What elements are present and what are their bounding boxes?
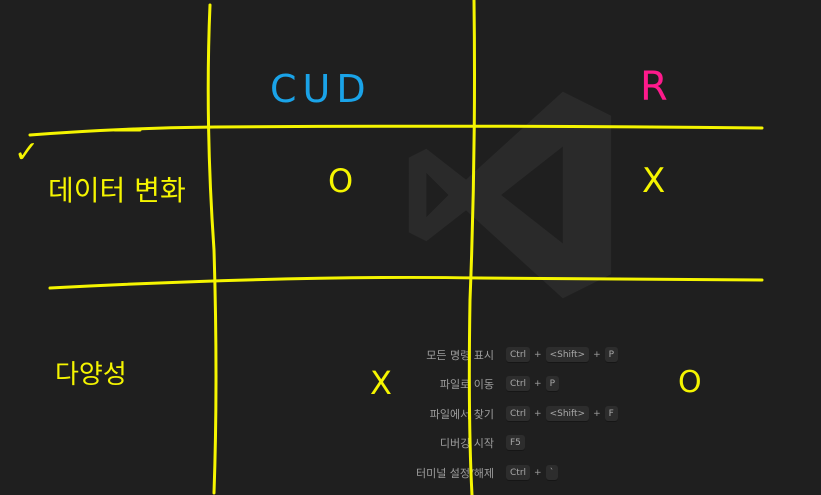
- handwritten-annotation: ✓ CUD R 데이터 변화 다양성 O X X O: [14, 0, 764, 495]
- row-header-diversity: 다양성: [55, 360, 127, 390]
- cell-diversity-cud: X: [370, 364, 392, 402]
- grid-line-v2: [467, 0, 476, 495]
- row-header-data-change: 데이터 변화: [48, 174, 186, 207]
- cell-data-change-r: X: [642, 161, 665, 201]
- column-header-r: R: [640, 64, 668, 110]
- grid-line-h2: [48, 275, 764, 290]
- check-mark: ✓: [14, 135, 39, 170]
- cell-diversity-r: O: [678, 365, 702, 400]
- column-header-cud: CUD: [270, 67, 372, 111]
- grid-line-v1: [206, 3, 218, 495]
- cell-data-change-cud: O: [328, 162, 353, 200]
